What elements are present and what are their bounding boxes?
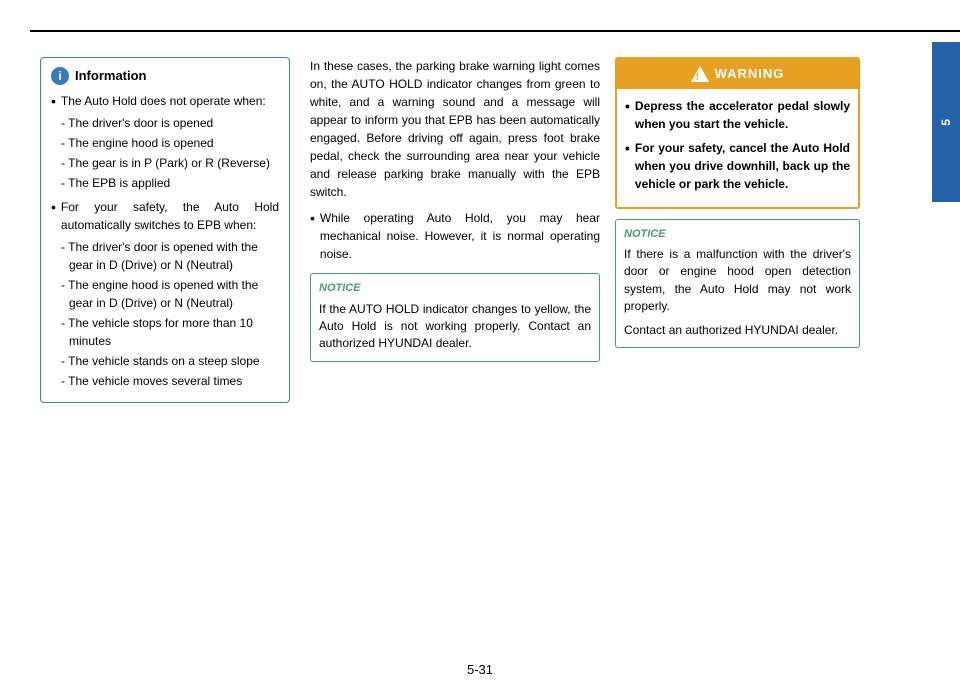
sub-item-text: The vehicle stops for more than 10 minut… [68,316,253,348]
right-notice-paragraph-2: Contact an authorized HYUNDAI dealer. [624,322,851,339]
sub-item-text: The engine hood is opened [68,136,213,150]
info-bullet-list: The Auto Hold does not operate when: [51,92,279,110]
sub-item-text: The EPB is applied [68,176,170,190]
left-column: i Information The Auto Hold does not ope… [30,42,300,659]
bullet-text: For your safety, the Auto Hold automatic… [61,198,279,234]
page-number: 5-31 [467,660,493,680]
warning-bullet-text: Depress the accelerator pedal slowly whe… [635,97,850,133]
sub-item-text: The vehicle moves several times [68,374,242,388]
list-item: The vehicle stands on a steep slope [61,352,279,370]
info-title-text: Information [75,66,147,86]
notice-title: NOTICE [319,280,591,297]
sub-item-text: The vehicle stands on a steep slope [68,354,259,368]
list-item: While operating Auto Hold, you may hear … [310,209,600,263]
main-content: i Information The Auto Hold does not ope… [30,42,960,659]
middle-column: In these cases, the parking brake warnin… [300,42,610,659]
list-item: The vehicle stops for more than 10 minut… [61,314,279,350]
list-item: Depress the accelerator pedal slowly whe… [625,97,850,133]
warning-box: WARNING Depress the accelerator pedal sl… [615,57,860,209]
main-paragraph: In these cases, the parking brake warnin… [310,57,600,201]
sub-item-text: The engine hood is opened with the gear … [68,278,258,310]
list-item: The engine hood is opened [61,134,279,152]
sub-list-2: The driver's door is opened with the gea… [51,238,279,390]
right-notice-box: NOTICE If there is a malfunction with th… [615,219,860,348]
warning-body: Depress the accelerator pedal slowly whe… [617,97,858,193]
side-tab-number: 5 [937,118,955,126]
list-item: The gear is in P (Park) or R (Reverse) [61,154,279,172]
warning-header-text: WARNING [715,64,785,84]
middle-notice-box: NOTICE If the AUTO HOLD indicator change… [310,273,600,362]
list-item: The vehicle moves several times [61,372,279,390]
warning-header: WARNING [617,59,858,89]
page-container: i Information The Auto Hold does not ope… [0,0,960,689]
list-item: The driver's door is opened [61,114,279,132]
bullet-text: While operating Auto Hold, you may hear … [320,209,600,263]
warning-bullet-list: Depress the accelerator pedal slowly whe… [625,97,850,193]
list-item: For your safety, cancel the Auto Hold wh… [625,139,850,193]
list-item: The driver's door is opened with the gea… [61,238,279,274]
info-box-title: i Information [51,66,279,86]
top-border [30,30,960,32]
info-box: i Information The Auto Hold does not ope… [40,57,290,403]
list-item: For your safety, the Auto Hold automatic… [51,198,279,234]
info-bullet-list-2: For your safety, the Auto Hold automatic… [51,198,279,234]
info-icon: i [51,67,69,85]
sub-item-text: The driver's door is opened [68,116,213,130]
middle-bullet-list: While operating Auto Hold, you may hear … [310,209,600,263]
sub-list-1: The driver's door is opened The engine h… [51,114,279,192]
right-notice-paragraph-1: If there is a malfunction with the drive… [624,246,851,316]
warning-bullet-text: For your safety, cancel the Auto Hold wh… [635,139,850,193]
warning-triangle-icon [691,66,709,82]
list-item: The Auto Hold does not operate when: [51,92,279,110]
sub-item-text: The driver's door is opened with the gea… [68,240,258,272]
side-tab: 5 [932,42,960,202]
sub-item-text: The gear is in P (Park) or R (Reverse) [68,156,270,170]
bullet-text: The Auto Hold does not operate when: [61,92,266,110]
right-column: WARNING Depress the accelerator pedal sl… [610,42,870,659]
list-item: The engine hood is opened with the gear … [61,276,279,312]
right-notice-title: NOTICE [624,226,851,243]
notice-text: If the AUTO HOLD indicator changes to ye… [319,301,591,353]
list-item: The EPB is applied [61,174,279,192]
